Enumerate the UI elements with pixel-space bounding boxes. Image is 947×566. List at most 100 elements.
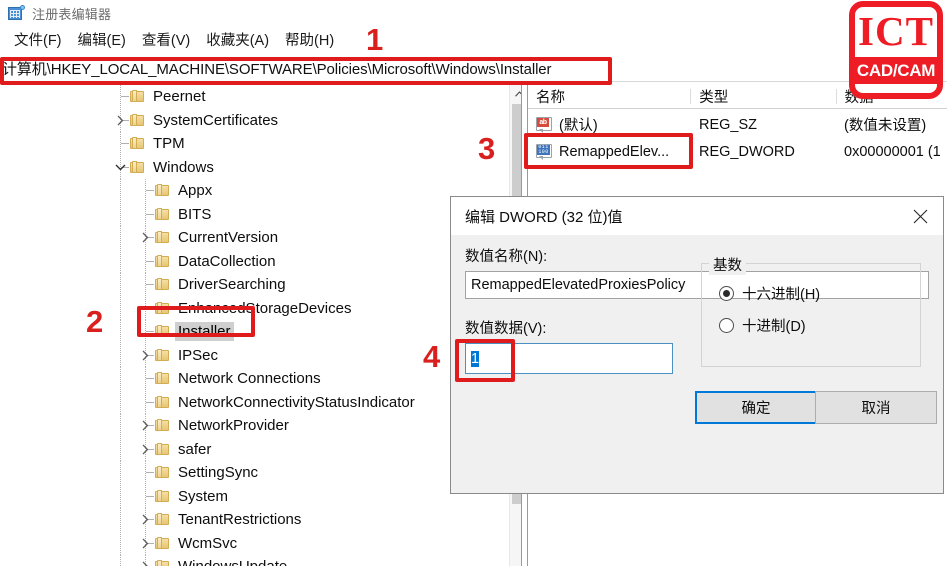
value-name-cell: ab (默认) (528, 114, 691, 135)
address-bar[interactable]: 计算机\HKEY_LOCAL_MACHINE\SOFTWARE\Policies… (0, 56, 947, 82)
tree-guide-line (120, 273, 121, 297)
chevron-right-icon[interactable] (138, 414, 153, 438)
tree-item-wcmsvc[interactable]: WcmSvc (0, 531, 509, 556)
value-type-cell: REG_SZ (699, 116, 758, 133)
tree-item-safer[interactable]: safer (0, 437, 509, 462)
tree-guide-line (120, 390, 121, 414)
folder-icon (155, 419, 170, 432)
value-name-text: (默认) (559, 118, 598, 134)
radio-decimal-label: 十进制(D) (742, 319, 806, 335)
ok-button[interactable]: 确定 (695, 391, 817, 424)
chevron-right-icon[interactable] (138, 226, 153, 250)
radio-hexadecimal-indicator[interactable] (719, 286, 734, 301)
radio-hexadecimal[interactable]: 十六进制(H) (719, 283, 820, 304)
menu-item-help[interactable]: 帮助(H) (277, 27, 342, 52)
tree-item-datacollection[interactable]: DataCollection (0, 249, 509, 274)
chevron-right-icon[interactable] (138, 555, 153, 566)
annotation-number-3: 3 (478, 131, 496, 166)
tree-item-peernet[interactable]: Peernet (0, 85, 509, 109)
menu-item-favorites[interactable]: 收藏夹(A) (198, 27, 277, 52)
tree-item-bits[interactable]: BITS (0, 202, 509, 226)
folder-icon (155, 325, 170, 338)
menu-item-view[interactable]: 查看(V) (134, 27, 198, 52)
folder-icon (155, 184, 170, 197)
cancel-button[interactable]: 取消 (815, 391, 937, 424)
dialog-body: 数值名称(N): RemappedElevatedProxiesPolicy 数… (451, 235, 943, 493)
tree-item-label: CurrentVersion (178, 229, 279, 247)
tree-item-label: DataCollection (178, 252, 276, 270)
tree-item-label: Network Connections (178, 370, 321, 388)
tree-guide-line (120, 226, 121, 250)
tree-guide-line (120, 508, 121, 532)
tree-item-system[interactable]: System (0, 484, 509, 508)
value-data-label: 数值数据(V): (465, 321, 547, 337)
chevron-right-icon[interactable] (138, 532, 153, 556)
radio-decimal[interactable]: 十进制(D) (719, 315, 806, 336)
tree-guide-line (120, 437, 121, 461)
value-name-text: RemappedElev... (559, 143, 670, 160)
folder-icon (155, 395, 170, 409)
tree-item-label: WcmSvc (178, 534, 238, 552)
annotation-number-4: 4 (423, 339, 441, 374)
tree-guide-line (120, 202, 121, 226)
tree-item-tpm[interactable]: TPM (0, 132, 509, 156)
chevron-down-icon[interactable] (113, 156, 128, 180)
value-name-input-text: RemappedElevatedProxiesPolicy (471, 277, 686, 293)
tree-guide-line (120, 320, 121, 344)
tree-guide-line (120, 179, 121, 203)
tree-item-label: BITS (178, 205, 212, 223)
registry-editor-icon (8, 5, 25, 21)
registry-path: 计算机\HKEY_LOCAL_MACHINE\SOFTWARE\Policies… (2, 61, 552, 78)
menu-item-file[interactable]: 文件(F) (6, 27, 70, 52)
chevron-placeholder (138, 297, 153, 321)
chevron-placeholder (138, 391, 153, 415)
tree-item-label: NetworkProvider (178, 417, 289, 435)
tree-item-settingsync[interactable]: SettingSync (0, 461, 509, 485)
menu-item-edit[interactable]: 编辑(E) (70, 27, 134, 52)
radio-decimal-indicator[interactable] (719, 318, 734, 333)
tree-item-label: IPSec (178, 346, 219, 364)
column-header-type[interactable]: 类型 (691, 86, 835, 107)
chevron-placeholder (113, 85, 128, 109)
tree-item-appx[interactable]: Appx (0, 179, 509, 203)
folder-icon (130, 137, 145, 150)
chevron-placeholder (138, 367, 153, 391)
chevron-right-icon[interactable] (113, 109, 128, 133)
tree-item-networkconnectivitystatusindicator[interactable]: NetworkConnectivityStatusIndicator (0, 390, 509, 415)
registry-tree-pane[interactable]: Peernet SystemCertificates TPM Windows Appx B… (0, 85, 509, 566)
column-header-name[interactable]: 名称 (528, 86, 690, 107)
folder-icon (155, 348, 170, 362)
folder-icon (130, 160, 145, 174)
chevron-placeholder (138, 250, 153, 274)
tree-guide-line (120, 484, 121, 508)
tree-item-driversearching[interactable]: DriverSearching (0, 273, 509, 297)
folder-icon (155, 536, 170, 550)
tree-item-label: Appx (178, 182, 213, 200)
chevron-right-icon[interactable] (138, 344, 153, 368)
tree-item-windows[interactable]: Windows (0, 155, 509, 180)
chevron-right-icon[interactable] (138, 438, 153, 462)
tree-item-enhancedstoragedevices[interactable]: EnhancedStorageDevices (0, 296, 509, 321)
tree-item-systemcertificates[interactable]: SystemCertificates (0, 108, 509, 133)
folder-icon (155, 231, 170, 244)
table-row[interactable]: ab (默认) REG_SZ (数值未设置) (528, 111, 947, 138)
tree-guide-line (120, 414, 121, 438)
folder-icon (155, 278, 170, 291)
tree-item-networkprovider[interactable]: NetworkProvider (0, 414, 509, 438)
value-type-cell: REG_DWORD (699, 143, 795, 160)
tree-item-windowsupdate[interactable]: WindowsUpdate (0, 555, 509, 566)
dialog-titlebar: 编辑 DWORD (32 位)值 (451, 197, 943, 235)
tree-item-currentversion[interactable]: CurrentVersion (0, 226, 509, 250)
folder-icon (155, 254, 170, 268)
tree-item-label: Installer (175, 322, 234, 342)
folder-icon (130, 90, 145, 103)
tree-item-label: WindowsUpdate (175, 557, 290, 566)
tree-item-label: TenantRestrictions (178, 511, 302, 529)
close-icon[interactable] (897, 197, 943, 235)
chevron-placeholder (113, 132, 128, 156)
tree-item-tenantrestrictions[interactable]: TenantRestrictions (0, 508, 509, 532)
value-data-input[interactable]: 1 (465, 343, 673, 374)
table-row[interactable]: 011 100 RemappedElev... REG_DWORD 0x00000… (528, 138, 947, 165)
edit-dword-dialog[interactable]: 编辑 DWORD (32 位)值 数值名称(N): RemappedElevat… (450, 196, 944, 494)
chevron-right-icon[interactable] (138, 508, 153, 532)
